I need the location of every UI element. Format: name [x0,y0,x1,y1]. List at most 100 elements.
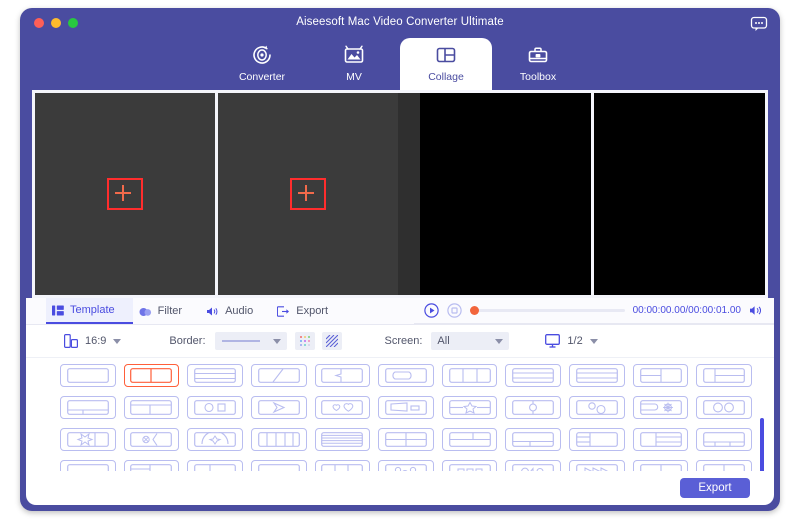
app-title: Aiseesoft Mac Video Converter Ultimate [296,16,504,28]
bottom-panel: Template Filter Audio Export 00:00:00.00… [26,298,774,505]
template-item[interactable] [187,396,243,419]
chevron-down-icon[interactable] [495,338,504,344]
template-item[interactable] [250,396,307,419]
template-item[interactable] [696,460,752,471]
template-item[interactable] [696,428,752,451]
add-media-plus-icon[interactable] [107,178,143,210]
template-item[interactable] [441,396,498,419]
mv-image-icon [342,42,366,68]
export-arrow-icon [277,305,290,317]
app-window: Aiseesoft Mac Video Converter Ultimate C… [20,8,780,511]
tab-collage[interactable]: Collage [400,38,492,90]
playback-progress-slider[interactable] [470,306,625,315]
screen-select[interactable]: All [431,332,510,350]
template-item[interactable] [123,460,180,471]
template-item[interactable] [187,428,243,451]
screen-label: Screen: [384,335,423,347]
collage-editor-panel [32,90,398,298]
template-item[interactable] [60,460,116,471]
template-item[interactable] [505,460,562,471]
template-item[interactable] [60,396,116,419]
toolbox-icon [526,42,550,68]
template-item[interactable] [441,460,498,471]
template-item[interactable] [569,396,625,419]
add-media-plus-icon[interactable] [290,178,326,210]
converter-disc-icon [250,42,274,68]
collage-cell-2[interactable] [215,93,398,295]
speech-bubble-icon[interactable] [750,16,768,32]
panel-divider [398,90,420,298]
tab-converter[interactable]: Converter [216,38,308,90]
collage-options-row: 16:9 Border: Screen: All 1/2 [26,325,774,358]
template-item[interactable] [378,364,434,387]
playhead-knob[interactable] [470,306,479,315]
chevron-down-icon[interactable] [113,338,122,344]
template-item[interactable] [250,364,307,387]
template-item[interactable] [569,428,625,451]
filter-drop-icon [139,307,151,316]
template-item[interactable] [569,460,625,471]
template-item[interactable] [632,428,689,451]
panel-footer: Export [26,471,774,505]
template-item[interactable] [505,364,562,387]
subtab-filter[interactable]: Filter [133,298,200,324]
template-item[interactable] [441,428,498,451]
template-item[interactable] [314,396,371,419]
template-item[interactable] [123,396,180,419]
template-item[interactable] [441,364,498,387]
subtab-template-label: Template [70,304,115,316]
preview-area [20,90,780,298]
template-item[interactable] [60,428,116,451]
template-item[interactable] [378,428,434,451]
stop-circle-icon [447,303,462,318]
border-pattern-button[interactable] [321,332,342,350]
template-item[interactable] [123,428,180,451]
preview-output-panel [420,90,768,298]
volume-icon [750,306,761,315]
template-item[interactable] [314,460,371,471]
template-item[interactable] [632,364,689,387]
collage-cell-1[interactable] [35,93,215,295]
tab-mv[interactable]: MV [308,38,400,90]
subtab-export[interactable]: Export [271,298,346,324]
template-scrollbar[interactable] [760,418,764,471]
template-grid [26,356,774,471]
tab-toolbox[interactable]: Toolbox [492,38,584,90]
export-button[interactable]: Export [680,478,750,498]
template-item[interactable] [314,428,371,451]
template-item[interactable] [696,364,752,387]
play-circle-icon [424,303,439,318]
collage-layout-icon [434,42,458,68]
page-selector[interactable]: 1/2 [545,334,598,348]
template-item[interactable] [378,460,434,471]
template-item[interactable] [632,460,689,471]
template-item[interactable] [187,460,243,471]
template-item[interactable] [505,396,562,419]
template-item[interactable] [378,396,434,419]
page-value: 1/2 [567,335,583,347]
subtab-audio[interactable]: Audio [200,298,271,324]
template-item[interactable] [632,396,689,419]
chevron-down-icon[interactable] [272,338,281,344]
template-item[interactable] [187,364,243,387]
border-color-button[interactable] [294,332,315,350]
monitor-icon [545,334,561,348]
aspect-ratio-control[interactable]: 16:9 [64,334,122,348]
template-item[interactable] [250,460,307,471]
subtab-template[interactable]: Template [46,298,133,324]
template-item[interactable] [60,364,116,387]
template-item[interactable] [250,428,307,451]
chevron-down-icon[interactable] [589,338,598,344]
template-item[interactable] [569,364,625,387]
screen-select-value: All [437,335,450,347]
template-item[interactable] [696,396,752,419]
aspect-ratio-value: 16:9 [85,335,107,347]
border-style-select[interactable] [214,332,287,350]
template-item[interactable] [123,364,180,387]
solid-line-icon [221,340,260,342]
template-item[interactable] [314,364,371,387]
preview-cell-2 [591,93,765,295]
template-icon [52,305,64,315]
audio-speaker-icon [207,307,218,315]
template-item[interactable] [505,428,562,451]
